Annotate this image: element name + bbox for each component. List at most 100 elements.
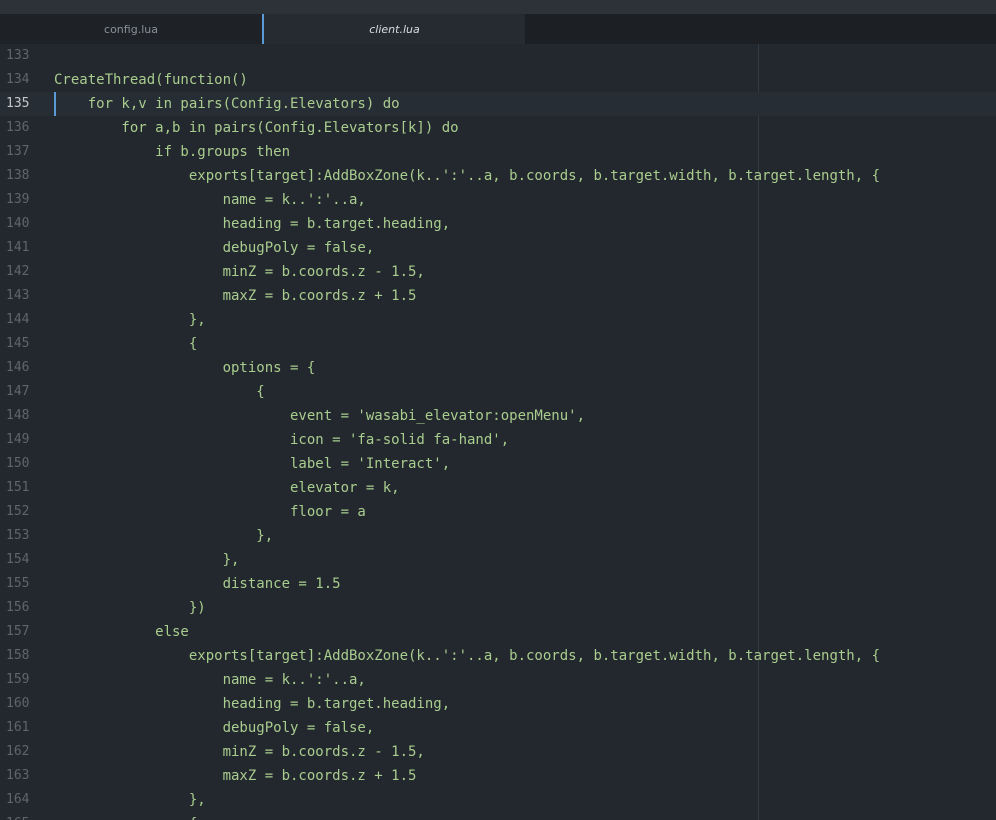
code-line[interactable]: 165 { — [0, 812, 996, 820]
code-text: for k,v in pairs(Config.Elevators) do — [54, 96, 400, 112]
code-line[interactable]: 162 minZ = b.coords.z - 1.5, — [0, 740, 996, 764]
line-number: 158 — [6, 648, 30, 663]
code-text: name = k..':'..a, — [54, 672, 366, 688]
tab-bar: config.lua client.lua — [0, 14, 996, 44]
code-line[interactable]: 151 elevator = k, — [0, 476, 996, 500]
code-line[interactable]: 153 }, — [0, 524, 996, 548]
code-text: minZ = b.coords.z - 1.5, — [54, 264, 425, 280]
code-line[interactable]: 137 if b.groups then — [0, 140, 996, 164]
code-text: floor = a — [54, 504, 366, 520]
code-line[interactable]: 161 debugPoly = false, — [0, 716, 996, 740]
code-line[interactable]: 148 event = 'wasabi_elevator:openMenu', — [0, 404, 996, 428]
code-text: maxZ = b.coords.z + 1.5 — [54, 768, 417, 784]
code-text: exports[target]:AddBoxZone(k..':'..a, b.… — [54, 168, 881, 184]
code-line[interactable]: 154 }, — [0, 548, 996, 572]
code-line[interactable]: 156 }) — [0, 596, 996, 620]
code-text: minZ = b.coords.z - 1.5, — [54, 744, 425, 760]
line-number: 142 — [6, 264, 30, 279]
code-line[interactable]: 145 { — [0, 332, 996, 356]
code-text: options = { — [54, 360, 316, 376]
line-number: 162 — [6, 744, 30, 759]
code-text: CreateThread(function() — [54, 72, 248, 88]
code-text: heading = b.target.heading, — [54, 216, 451, 232]
line-number: 164 — [6, 792, 30, 807]
line-number: 156 — [6, 600, 30, 615]
line-number: 133 — [6, 48, 30, 63]
line-number: 143 — [6, 288, 30, 303]
code-line[interactable]: 146 options = { — [0, 356, 996, 380]
line-number: 149 — [6, 432, 30, 447]
code-line[interactable]: 150 label = 'Interact', — [0, 452, 996, 476]
code-text: { — [54, 336, 198, 352]
line-number: 148 — [6, 408, 30, 423]
line-number: 147 — [6, 384, 30, 399]
code-line[interactable]: 140 heading = b.target.heading, — [0, 212, 996, 236]
code-line[interactable]: 158 exports[target]:AddBoxZone(k..':'..a… — [0, 644, 996, 668]
line-number: 157 — [6, 624, 30, 639]
code-text: label = 'Interact', — [54, 456, 451, 472]
code-text: }) — [54, 600, 206, 616]
code-line[interactable]: 133 — [0, 44, 996, 68]
line-number: 139 — [6, 192, 30, 207]
code-text: elevator = k, — [54, 480, 400, 496]
code-text: exports[target]:AddBoxZone(k..':'..a, b.… — [54, 648, 881, 664]
code-line[interactable]: 139 name = k..':'..a, — [0, 188, 996, 212]
code-text: debugPoly = false, — [54, 240, 375, 256]
line-number: 155 — [6, 576, 30, 591]
code-line[interactable]: 136 for a,b in pairs(Config.Elevators[k]… — [0, 116, 996, 140]
title-bar — [0, 0, 996, 14]
code-text: if b.groups then — [54, 144, 291, 160]
line-number: 152 — [6, 504, 30, 519]
line-number: 163 — [6, 768, 30, 783]
line-number: 144 — [6, 312, 30, 327]
code-line[interactable]: 160 heading = b.target.heading, — [0, 692, 996, 716]
line-number: 134 — [6, 72, 30, 87]
tab-client-lua[interactable]: client.lua — [262, 14, 526, 44]
code-text: debugPoly = false, — [54, 720, 375, 736]
code-area[interactable]: 133 134 CreateThread(function() 135 for k,v… — [0, 44, 996, 820]
code-text: { — [54, 812, 197, 820]
tab-config-lua[interactable]: config.lua — [0, 14, 262, 44]
code-line[interactable]: 144 }, — [0, 308, 996, 332]
line-number: 150 — [6, 456, 30, 471]
code-line[interactable]: 138 exports[target]:AddBoxZone(k..':'..a… — [0, 164, 996, 188]
code-line[interactable]: 159 name = k..':'..a, — [0, 668, 996, 692]
code-text: { — [54, 384, 265, 400]
code-line[interactable]: 135 for k,v in pairs(Config.Elevators) d… — [0, 92, 996, 116]
code-line[interactable]: 142 minZ = b.coords.z - 1.5, — [0, 260, 996, 284]
code-text: icon = 'fa-solid fa-hand', — [54, 432, 510, 448]
line-number: 135 — [6, 96, 30, 111]
line-number: 159 — [6, 672, 30, 687]
code-line[interactable]: 149 icon = 'fa-solid fa-hand', — [0, 428, 996, 452]
line-number: 153 — [6, 528, 30, 543]
code-line[interactable]: 155 distance = 1.5 — [0, 572, 996, 596]
code-text: }, — [54, 792, 206, 808]
line-number: 145 — [6, 336, 30, 351]
code-text: else — [54, 624, 189, 640]
code-text: name = k..':'..a, — [54, 192, 366, 208]
code-text: }, — [54, 528, 274, 544]
code-text: }, — [54, 552, 240, 568]
line-number: 141 — [6, 240, 30, 255]
code-text: heading = b.target.heading, — [54, 696, 451, 712]
line-number: 165 — [6, 812, 36, 820]
line-number: 146 — [6, 360, 30, 375]
code-text: }, — [54, 312, 206, 328]
code-text: event = 'wasabi_elevator:openMenu', — [54, 408, 586, 424]
code-line[interactable]: 143 maxZ = b.coords.z + 1.5 — [0, 284, 996, 308]
code-line[interactable]: 157 else — [0, 620, 996, 644]
line-number: 140 — [6, 216, 30, 231]
code-line[interactable]: 164 }, — [0, 788, 996, 812]
line-number: 138 — [6, 168, 30, 183]
tab-label: client.lua — [369, 22, 420, 36]
code-editor-window: config.lua client.lua 133 134 CreateThread… — [0, 0, 996, 820]
code-text: maxZ = b.coords.z + 1.5 — [54, 288, 417, 304]
line-number: 151 — [6, 480, 30, 495]
code-line[interactable]: 152 floor = a — [0, 500, 996, 524]
line-number: 161 — [6, 720, 30, 735]
code-line[interactable]: 163 maxZ = b.coords.z + 1.5 — [0, 764, 996, 788]
code-line[interactable]: 141 debugPoly = false, — [0, 236, 996, 260]
code-line[interactable]: 134 CreateThread(function() — [0, 68, 996, 92]
code-text: distance = 1.5 — [54, 576, 341, 592]
code-line[interactable]: 147 { — [0, 380, 996, 404]
